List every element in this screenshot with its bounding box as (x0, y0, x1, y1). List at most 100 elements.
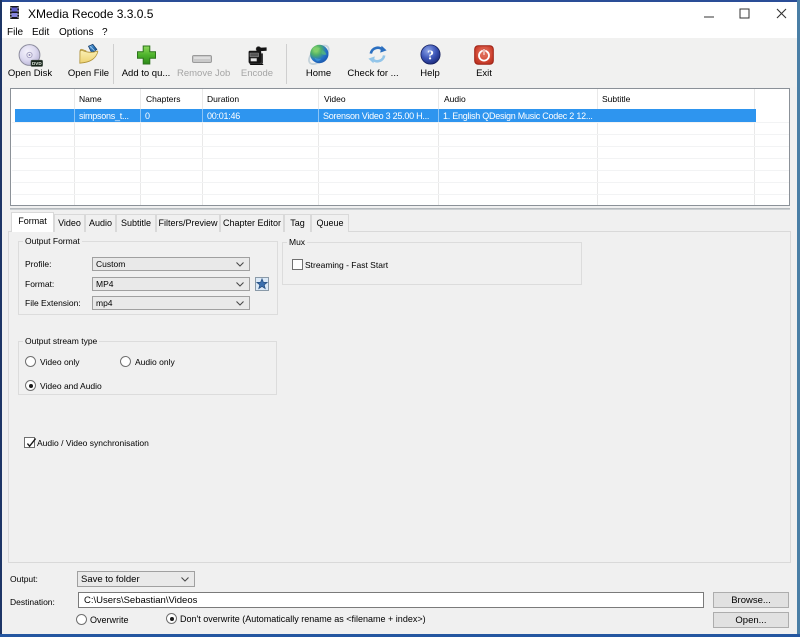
row-divider (12, 194, 789, 195)
format-label: Format: (25, 278, 54, 290)
open-button[interactable]: Open... (713, 612, 789, 628)
svg-text:?: ? (427, 49, 434, 64)
row-divider (12, 170, 789, 171)
tab-tag[interactable]: Tag (284, 214, 311, 232)
favorite-format-button[interactable] (255, 277, 269, 291)
row-divider (12, 134, 789, 135)
output-format-legend: Output Format (23, 236, 82, 247)
tab-subtitle[interactable]: Subtitle (116, 214, 156, 232)
add-to-queue-button[interactable]: Add to qu... (120, 68, 172, 79)
column-divider (318, 89, 319, 205)
tab-format[interactable]: Format (11, 212, 54, 232)
job-list: Name Chapters Duration Video Audio Subti… (10, 88, 790, 206)
column-header-audio[interactable]: Audio (444, 94, 466, 105)
encode-button[interactable]: Encode (240, 68, 274, 79)
movie-camera-icon (246, 44, 268, 66)
file-extension-select-value: mp4 (96, 298, 113, 308)
maximize-button[interactable] (727, 4, 761, 24)
video-only-radio[interactable] (25, 356, 36, 367)
file-extension-select[interactable]: mp4 (92, 296, 250, 310)
streaming-fast-start-checkbox[interactable] (292, 259, 303, 270)
tab-queue[interactable]: Queue (311, 214, 349, 232)
cell-video: Sorenson Video 3 25.00 H... (323, 111, 429, 121)
selected-job-row[interactable]: simpsons_t... 0 00:01:46 Sorenson Video … (15, 109, 756, 122)
video-and-audio-label: Video and Audio (40, 380, 102, 392)
power-icon (474, 45, 494, 65)
audio-only-label: Audio only (135, 356, 175, 368)
list-bottom-groove (10, 208, 790, 210)
column-divider (597, 89, 598, 205)
radio-dot (170, 617, 174, 621)
overwrite-label: Overwrite (90, 614, 129, 626)
destination-label: Destination: (10, 596, 55, 608)
column-header-name[interactable]: Name (79, 94, 102, 105)
row-divider (12, 122, 789, 123)
streaming-fast-start-label: Streaming - Fast Start (305, 259, 388, 271)
help-button[interactable]: Help (417, 68, 443, 79)
column-divider (74, 109, 75, 122)
minus-icon (192, 50, 212, 58)
tab-chapter-editor[interactable]: Chapter Editor (220, 214, 284, 232)
video-only-label: Video only (40, 356, 80, 368)
chevron-down-icon (236, 282, 244, 287)
format-select-value: MP4 (96, 279, 113, 289)
close-button[interactable] (764, 4, 798, 24)
output-mode-select-value: Save to folder (81, 574, 140, 585)
tab-filters-preview[interactable]: Filters/Preview (156, 214, 220, 232)
destination-input[interactable]: C:\Users\Sebastian\Videos (78, 592, 704, 608)
plus-icon (136, 45, 157, 65)
open-file-button[interactable]: Open File (64, 68, 113, 79)
window-border-left (0, 0, 2, 637)
globe-icon (307, 43, 331, 66)
remove-job-button[interactable]: Remove Job (177, 68, 228, 79)
profile-select[interactable]: Custom (92, 257, 250, 271)
column-divider (202, 89, 203, 205)
open-folder-icon (76, 43, 101, 68)
open-disk-button[interactable]: Open Disk (6, 68, 54, 79)
tab-audio[interactable]: Audio (85, 214, 116, 232)
column-header-duration[interactable]: Duration (207, 94, 239, 105)
row-divider (12, 158, 789, 159)
profile-label: Profile: (25, 258, 51, 270)
exit-button[interactable]: Exit (471, 68, 497, 79)
svg-text:DVD: DVD (32, 61, 42, 66)
chevron-down-icon (236, 262, 244, 267)
app-window: XMedia Recode 3.3.0.5 File Edit Options … (0, 0, 800, 637)
cell-audio: 1. English QDesign Music Codec 2 12... (443, 111, 593, 121)
column-divider (140, 109, 141, 122)
dont-overwrite-radio[interactable] (166, 613, 177, 624)
destination-input-value: C:\Users\Sebastian\Videos (84, 595, 197, 606)
overwrite-radio[interactable] (76, 614, 87, 625)
video-and-audio-radio[interactable] (25, 380, 36, 391)
column-header-chapters[interactable]: Chapters (146, 94, 181, 105)
app-icon (10, 6, 19, 19)
output-label: Output: (10, 573, 38, 585)
column-divider (74, 89, 75, 205)
column-divider (754, 89, 755, 205)
column-header-subtitle[interactable]: Subtitle (602, 94, 630, 105)
profile-select-value: Custom (96, 259, 125, 269)
toolbar (2, 38, 797, 87)
output-mode-select[interactable]: Save to folder (77, 571, 195, 587)
file-extension-label: File Extension: (25, 297, 81, 309)
disc-icon: DVD (18, 44, 43, 68)
cell-chapters: 0 (145, 111, 150, 121)
format-select[interactable]: MP4 (92, 277, 250, 291)
audio-only-radio[interactable] (120, 356, 131, 367)
tab-video[interactable]: Video (54, 214, 85, 232)
home-button[interactable]: Home (304, 68, 333, 79)
row-divider (12, 182, 789, 183)
column-divider (318, 109, 319, 122)
av-sync-checkbox[interactable] (24, 437, 35, 448)
output-stream-type-legend: Output stream type (23, 336, 99, 347)
cell-duration: 00:01:46 (207, 111, 240, 121)
mux-legend: Mux (287, 237, 307, 248)
column-header-video[interactable]: Video (324, 94, 346, 105)
av-sync-label: Audio / Video synchronisation (37, 437, 149, 449)
check-for-updates-button[interactable]: Check for ... (347, 68, 399, 79)
minimize-button[interactable] (692, 4, 726, 24)
toolbar-separator (286, 44, 287, 84)
browse-button[interactable]: Browse... (713, 592, 789, 608)
column-divider (202, 109, 203, 122)
row-divider (12, 146, 789, 147)
